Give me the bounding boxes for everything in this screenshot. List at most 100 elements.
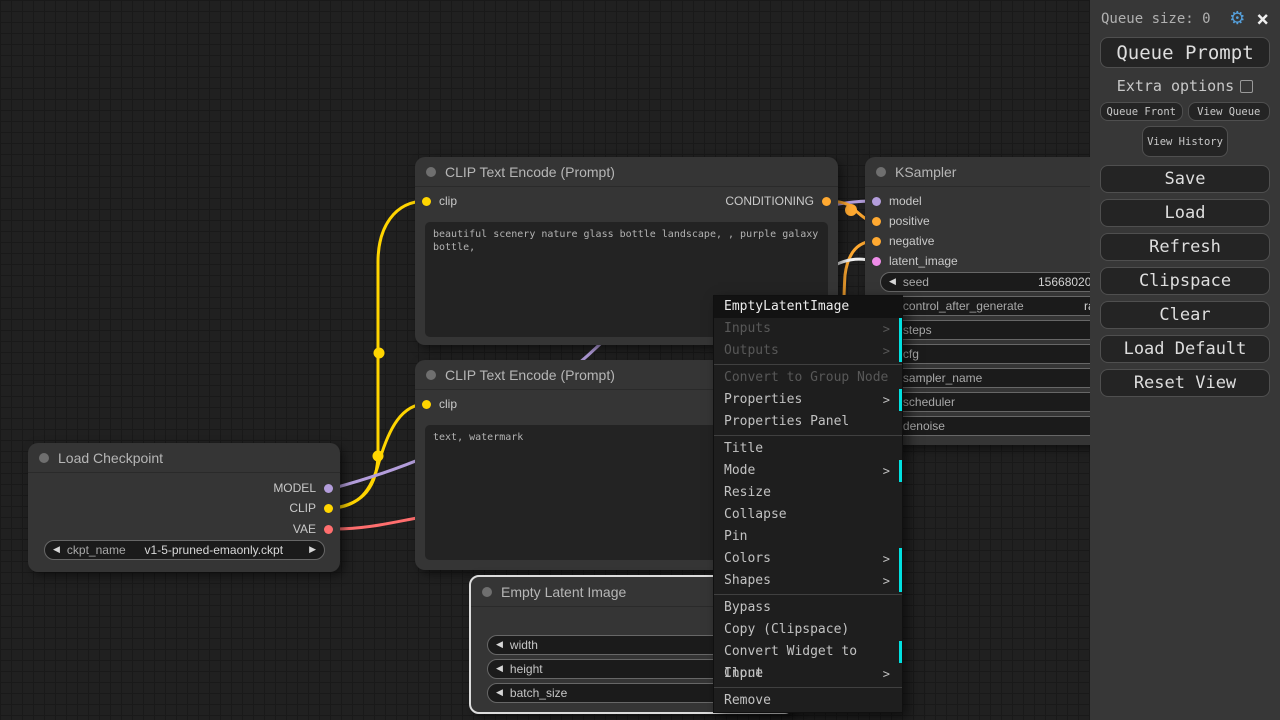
input-slot-positive[interactable]: positive — [872, 213, 930, 229]
node-load-checkpoint[interactable]: Load Checkpoint MODEL CLIP VAE ◀ ckpt_name… — [28, 443, 340, 572]
submenu-arrow-icon: > — [882, 322, 890, 336]
collapse-dot-icon[interactable] — [876, 166, 886, 177]
model-slot-dot[interactable] — [872, 196, 881, 206]
widget-cfg[interactable]: ◀cfg — [880, 344, 1090, 364]
ckpt-name-combo[interactable]: ◀ ckpt_name v1-5-pruned-emaonly.ckpt ▶ — [44, 540, 325, 560]
collapse-dot-icon[interactable] — [426, 166, 436, 177]
menu-item-colors[interactable]: Colors > — [714, 548, 902, 570]
menu-separator — [714, 594, 902, 595]
widget-label: batch_size — [509, 686, 568, 700]
node-graph-canvas[interactable]: CLIP Text Encode (Prompt) clip CONDITION… — [0, 0, 1090, 720]
clip-slot-dot[interactable] — [324, 503, 333, 513]
widget-label: control_after_generate — [902, 299, 1024, 313]
widget-left-arrow-icon[interactable]: ◀ — [496, 640, 503, 650]
collapse-dot-icon[interactable] — [39, 452, 49, 463]
menu-item-clone[interactable]: Clone — [714, 663, 902, 685]
widget-label: ckpt_name — [66, 543, 126, 557]
positive-slot-dot[interactable] — [872, 216, 881, 226]
view-queue-button[interactable]: View Queue — [1187, 102, 1270, 121]
menu-item-properties-panel[interactable]: Properties Panel — [714, 411, 902, 433]
load-button[interactable]: Load — [1100, 199, 1270, 227]
output-slot-model[interactable]: MODEL — [273, 480, 333, 496]
slot-label: VAE — [292, 522, 316, 536]
output-slot-clip[interactable]: CLIP — [289, 500, 333, 516]
extra-options-checkbox[interactable] — [1240, 79, 1254, 93]
clear-button[interactable]: Clear — [1100, 301, 1270, 329]
menu-separator — [714, 687, 902, 688]
node-header[interactable]: KSampler — [865, 157, 1090, 187]
refresh-button[interactable]: Refresh — [1100, 233, 1270, 261]
menu-item-convert-to-group-node: Convert to Group Node — [724, 370, 889, 385]
widget-label: width — [509, 638, 538, 652]
menu-separator — [714, 364, 902, 365]
extra-options-label: Extra options — [1116, 77, 1235, 95]
menu-item-mode[interactable]: Mode > — [714, 460, 902, 482]
conditioning-slot-dot[interactable] — [822, 196, 831, 206]
widget-value: 1566802087 — [1038, 275, 1090, 289]
combo-right-arrow-icon[interactable]: ▶ — [309, 545, 316, 555]
settings-gear-icon[interactable]: ⚙ — [1229, 10, 1245, 28]
view-history-button[interactable]: View History — [1142, 126, 1228, 157]
slot-label: CLIP — [289, 501, 316, 515]
widget-scheduler[interactable]: ◀scheduler — [880, 392, 1090, 412]
slot-label: negative — [889, 234, 935, 248]
slot-label: MODEL — [273, 481, 316, 495]
save-button[interactable]: Save — [1100, 165, 1270, 193]
context-menu: EmptyLatentImage Inputs > Outputs > Convert … — [713, 295, 903, 713]
link-midpoint-dot — [372, 450, 384, 462]
input-slot-clip[interactable]: clip — [422, 193, 457, 209]
menu-separator — [714, 435, 902, 436]
widget-steps[interactable]: ◀steps — [880, 320, 1090, 340]
collapse-dot-icon[interactable] — [482, 586, 492, 597]
node-title: Empty Latent Image — [501, 583, 627, 600]
input-slot-model[interactable]: model — [872, 193, 922, 209]
node-header[interactable]: Load Checkpoint — [28, 443, 340, 473]
widget-left-arrow-icon[interactable]: ◀ — [496, 688, 503, 698]
input-slot-latent_image[interactable]: latent_image — [872, 253, 958, 269]
clip-slot-dot[interactable] — [422, 196, 431, 206]
clipspace-button[interactable]: Clipspace — [1100, 267, 1270, 295]
output-slot-vae[interactable]: VAE — [293, 521, 333, 537]
submenu-arrow-icon: > — [882, 393, 890, 407]
slot-label: latent_image — [889, 254, 958, 268]
queue-front-button[interactable]: Queue Front — [1100, 102, 1183, 121]
comfyui-app: CLIP Text Encode (Prompt) clip CONDITION… — [0, 0, 1280, 720]
menu-item-copy-clipspace-[interactable]: Copy (Clipspace) — [714, 619, 902, 641]
queue-size-label: Queue size: 0 — [1101, 11, 1211, 27]
queue-prompt-button[interactable]: Queue Prompt — [1100, 37, 1270, 68]
input-slot-clip[interactable]: clip — [422, 396, 457, 412]
node-title: CLIP Text Encode (Prompt) — [445, 366, 615, 383]
load-default-button[interactable]: Load Default — [1100, 335, 1270, 363]
collapse-dot-icon[interactable] — [426, 369, 436, 380]
menu-item-pin[interactable]: Pin — [714, 526, 902, 548]
menu-item-title[interactable]: Title — [714, 438, 902, 460]
link-midpoint-dot — [845, 204, 857, 216]
widget-denoise[interactable]: ◀denoise — [880, 416, 1090, 436]
latent_image-slot-dot[interactable] — [872, 256, 881, 266]
menu-item-convert-widget-to-input[interactable]: Convert Widget to Input > — [714, 641, 902, 681]
menu-item-shapes[interactable]: Shapes > — [714, 570, 902, 592]
widget-label: height — [509, 662, 543, 676]
slot-label: CONDITIONING — [725, 194, 814, 208]
combo-left-arrow-icon[interactable]: ◀ — [53, 545, 60, 555]
vae-slot-dot[interactable] — [324, 524, 333, 534]
negative-slot-dot[interactable] — [872, 236, 881, 246]
input-slot-negative[interactable]: negative — [872, 233, 934, 249]
widget-left-arrow-icon[interactable]: ◀ — [889, 277, 896, 287]
menu-item-remove[interactable]: Remove — [714, 690, 902, 712]
widget-left-arrow-icon[interactable]: ◀ — [496, 664, 503, 674]
widget-control_after_generate[interactable]: ◀control_after_generaterandomize — [880, 296, 1090, 316]
output-slot-conditioning[interactable]: CONDITIONING — [725, 193, 831, 209]
menu-item-resize[interactable]: Resize — [714, 482, 902, 504]
widget-sampler_name[interactable]: ◀sampler_name — [880, 368, 1090, 388]
widget-seed[interactable]: ◀ seed 1566802087 — [880, 272, 1090, 292]
model-slot-dot[interactable] — [324, 483, 333, 493]
menu-item-collapse[interactable]: Collapse — [714, 504, 902, 526]
menu-item-bypass[interactable]: Bypass — [714, 597, 902, 619]
context-menu-title: EmptyLatentImage — [714, 296, 902, 318]
node-header[interactable]: CLIP Text Encode (Prompt) — [415, 157, 838, 187]
close-icon[interactable]: × — [1256, 8, 1269, 29]
reset-view-button[interactable]: Reset View — [1100, 369, 1270, 397]
menu-item-properties[interactable]: Properties > — [714, 389, 902, 411]
clip-slot-dot[interactable] — [422, 399, 431, 409]
